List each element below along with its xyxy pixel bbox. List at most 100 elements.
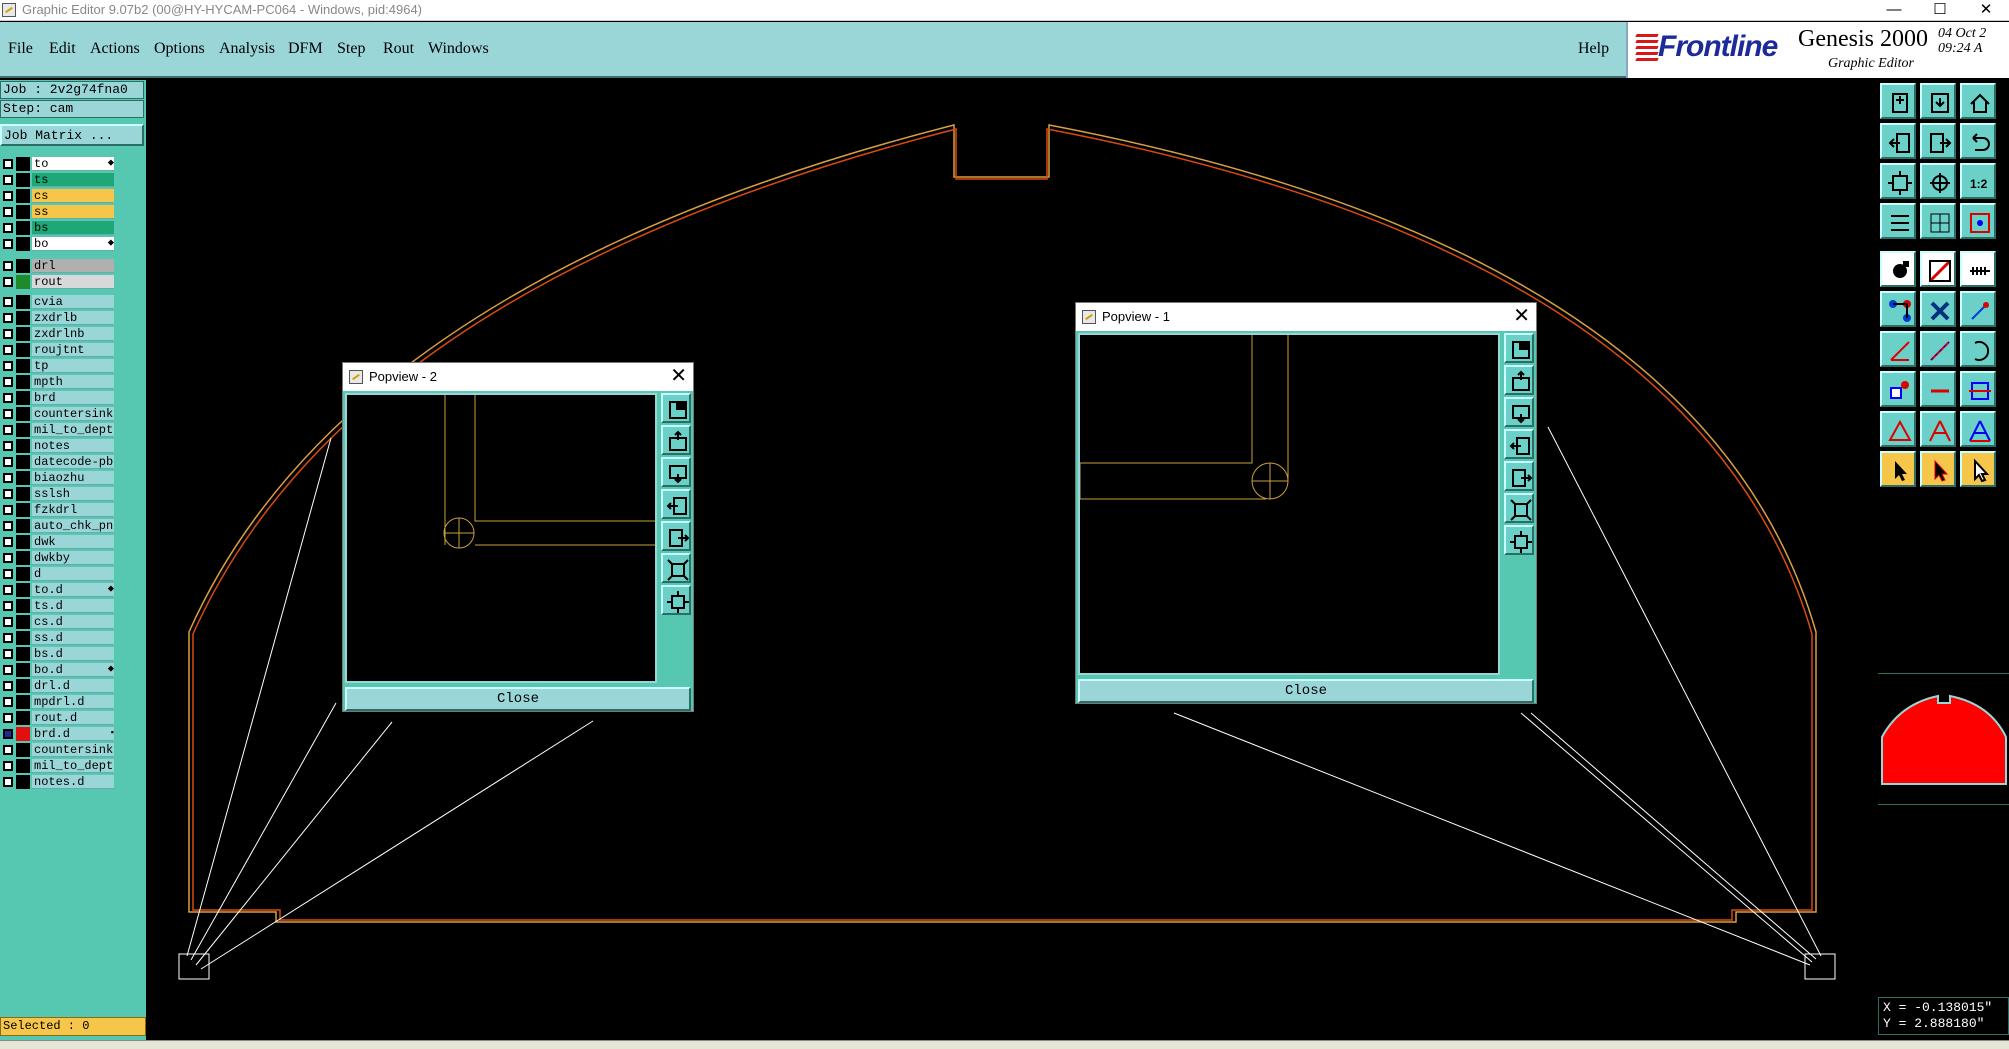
layer-color-swatch[interactable]	[16, 599, 30, 613]
layer-name[interactable]: bo.d	[32, 663, 114, 677]
close-window-button[interactable]: ✕	[1963, 0, 2009, 21]
layer-color-swatch[interactable]	[16, 221, 30, 235]
popview-zoom-out-button[interactable]	[1504, 493, 1534, 523]
layer-name[interactable]: ss.d	[32, 631, 114, 645]
layer-checkbox[interactable]	[3, 617, 13, 627]
popview-2-close-icon[interactable]: ✕	[670, 365, 687, 387]
grid-tool-button[interactable]	[1920, 203, 1956, 239]
layer-checkbox[interactable]	[3, 505, 13, 515]
layer-color-swatch[interactable]	[16, 551, 30, 565]
layer-checkbox[interactable]	[3, 345, 13, 355]
layer-name[interactable]: countersink	[32, 743, 114, 757]
layer-row[interactable]: rout.d	[0, 710, 118, 726]
popview-zoom-out-button[interactable]	[661, 553, 691, 583]
layer-row[interactable]: datecode-pb	[0, 454, 118, 470]
layer-color-swatch[interactable]	[16, 679, 30, 693]
layer-row[interactable]: dwkby	[0, 550, 118, 566]
layer-name[interactable]: roujtnt	[32, 343, 114, 357]
layer-checkbox[interactable]	[3, 261, 13, 271]
layer-row[interactable]: ss.d	[0, 630, 118, 646]
layer-checkbox[interactable]	[3, 601, 13, 611]
layer-name[interactable]: brd.d	[32, 727, 114, 741]
layer-checkbox[interactable]	[3, 537, 13, 547]
layer-row[interactable]: ts.d	[0, 598, 118, 614]
layer-row[interactable]: countersink	[0, 742, 118, 758]
layer-name[interactable]: countersink	[32, 407, 114, 421]
layer-row[interactable]: cs	[0, 188, 118, 204]
undo-tool-button[interactable]	[1960, 123, 1996, 159]
menu-help[interactable]: Help	[1578, 40, 1609, 58]
layer-name[interactable]: datecode-pb	[32, 455, 114, 469]
layer-row[interactable]: bs.d	[0, 646, 118, 662]
layer-color-swatch[interactable]	[16, 439, 30, 453]
layer-row[interactable]: ss	[0, 204, 118, 220]
layer-name[interactable]: drl	[32, 259, 114, 273]
box-tool-button[interactable]	[1960, 371, 1996, 407]
layer-name[interactable]: bs.d	[32, 647, 114, 661]
layer-color-swatch[interactable]	[16, 275, 30, 289]
maximize-button[interactable]: ☐	[1917, 0, 1963, 21]
layer-checkbox[interactable]	[3, 633, 13, 643]
layer-row[interactable]: fzkdrl	[0, 502, 118, 518]
layer-checkbox[interactable]	[3, 409, 13, 419]
layer-checkbox[interactable]	[3, 223, 13, 233]
minus-tool-button[interactable]	[1920, 371, 1956, 407]
select-cursor-tool-button[interactable]	[1920, 451, 1956, 487]
layer-row[interactable]: mil_to_depth	[0, 758, 118, 774]
layer-checkbox[interactable]	[3, 553, 13, 563]
layer-color-swatch[interactable]	[16, 647, 30, 661]
layer-row[interactable]: mil_to_depth	[0, 422, 118, 438]
layer-name[interactable]: ts.d	[32, 599, 114, 613]
popview-fit-window-button[interactable]	[661, 393, 691, 423]
layer-name[interactable]: zxdrlb	[32, 311, 114, 325]
popview-2-view[interactable]	[345, 393, 657, 683]
layer-name[interactable]: auto_chk_pn	[32, 519, 114, 533]
layer-checkbox[interactable]	[3, 175, 13, 185]
menu-rout[interactable]: Rout	[383, 40, 414, 58]
layer-color-swatch[interactable]	[16, 311, 30, 325]
menu-analysis[interactable]: Analysis	[219, 40, 275, 58]
layer-checkbox[interactable]	[3, 239, 13, 249]
layer-row[interactable]: d	[0, 566, 118, 582]
layer-checkbox[interactable]	[3, 297, 13, 307]
layer-checkbox[interactable]	[3, 207, 13, 217]
popview-pan-right-button[interactable]	[1504, 461, 1534, 491]
layer-checkbox[interactable]	[3, 473, 13, 483]
layer-row[interactable]: drl.d	[0, 678, 118, 694]
line-tool-button[interactable]	[1880, 331, 1916, 367]
zoom-right-tool-button[interactable]	[1920, 123, 1956, 159]
board-thumbnail[interactable]	[1878, 673, 2009, 805]
layer-name[interactable]: ts	[32, 173, 114, 187]
popview-pan-left-button[interactable]	[661, 489, 691, 519]
layer-name[interactable]: bo	[32, 237, 114, 251]
layers-tool-button[interactable]	[1880, 203, 1916, 239]
layer-row[interactable]: to ⬥	[0, 156, 118, 172]
layer-color-swatch[interactable]	[16, 471, 30, 485]
layer-row[interactable]: sslsh	[0, 486, 118, 502]
popview-pan-left-button[interactable]	[1504, 429, 1534, 459]
layer-checkbox[interactable]	[3, 425, 13, 435]
layer-color-swatch[interactable]	[16, 567, 30, 581]
layer-color-swatch[interactable]	[16, 631, 30, 645]
layer-checkbox[interactable]	[3, 159, 13, 169]
layer-color-swatch[interactable]	[16, 519, 30, 533]
popview-pan-up-button[interactable]	[661, 425, 691, 455]
layer-row[interactable]: rout	[0, 274, 118, 290]
menu-edit[interactable]: Edit	[49, 40, 76, 58]
layer-row[interactable]: to.d ⬥	[0, 582, 118, 598]
arc-tool-button[interactable]	[1960, 331, 1996, 367]
nodes-tool-button[interactable]	[1880, 291, 1916, 327]
layer-row[interactable]: bo ⬥	[0, 236, 118, 252]
menu-dfm[interactable]: DFM	[288, 40, 323, 58]
layer-color-swatch[interactable]	[16, 759, 30, 773]
open-step-tool-button[interactable]	[1880, 83, 1916, 119]
popview-pan-down-button[interactable]	[1504, 397, 1534, 427]
layer-color-swatch[interactable]	[16, 359, 30, 373]
layer-checkbox[interactable]	[3, 649, 13, 659]
layer-name[interactable]: tp	[32, 359, 114, 373]
layer-checkbox[interactable]	[3, 697, 13, 707]
layer-row[interactable]: tp	[0, 358, 118, 374]
mirror-tool-button[interactable]	[1920, 251, 1956, 287]
layer-name[interactable]: to	[32, 157, 114, 171]
layer-row[interactable]: dwk	[0, 534, 118, 550]
